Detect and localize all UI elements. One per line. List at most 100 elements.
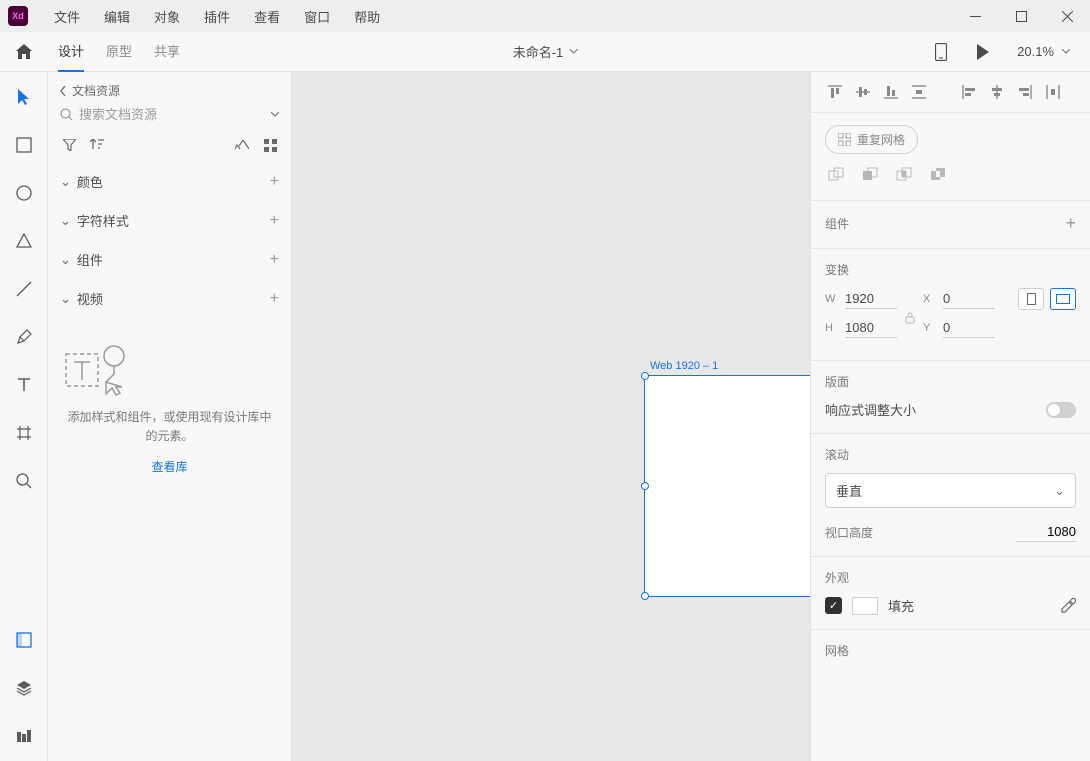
align-hcenter-icon[interactable] [983,78,1011,106]
right-panel: 重复网格 组件 + 变换 W [810,72,1090,761]
appearance-section: 外观 ✓ 填充 [811,557,1090,630]
section-video[interactable]: ⌄ 视频 + [48,279,291,318]
fill-color-swatch[interactable] [852,597,878,615]
align-vcenter-icon[interactable] [849,78,877,106]
add-component-button[interactable]: + [270,251,279,269]
sort-icon[interactable] [88,136,106,154]
minimize-button[interactable] [952,0,998,32]
distribute-h-icon[interactable] [1039,78,1067,106]
eyedropper-icon[interactable] [1060,598,1076,614]
x-label: X [923,293,937,305]
width-input[interactable] [845,289,897,309]
align-bottom-icon[interactable] [877,78,905,106]
document-title[interactable]: 未命名-1 [513,42,578,61]
section-components[interactable]: ⌄ 组件 + [48,240,291,279]
add-color-button[interactable]: + [270,173,279,191]
section-colors[interactable]: ⌄ 颜色 + [48,162,291,201]
select-tool[interactable] [11,84,37,110]
zoom-tool[interactable] [11,468,37,494]
plugins-panel-toggle[interactable] [11,723,37,749]
add-video-button[interactable]: + [270,290,279,308]
grid-view-icon[interactable] [261,136,279,154]
play-preview-icon[interactable] [969,38,997,66]
close-button[interactable] [1044,0,1090,32]
line-tool[interactable] [11,276,37,302]
assets-back[interactable]: 文档资源 [48,72,291,107]
ellipse-tool[interactable] [11,180,37,206]
add-component-instance-button[interactable]: + [1065,213,1076,234]
maximize-button[interactable] [998,0,1044,32]
menu-file[interactable]: 文件 [42,0,92,32]
menu-object[interactable]: 对象 [142,0,192,32]
section-char-styles[interactable]: ⌄ 字符样式 + [48,201,291,240]
tab-share[interactable]: 共享 [154,32,180,72]
bool-exclude-icon[interactable] [927,164,949,186]
resize-handle-bl[interactable] [641,592,649,600]
tool-rail [0,72,48,761]
canvas[interactable]: Web 1920 – 1 [292,72,810,761]
orientation-portrait[interactable] [1018,288,1044,310]
align-top-icon[interactable] [821,78,849,106]
menu-view[interactable]: 查看 [242,0,292,32]
assets-actions [48,130,291,162]
artboard[interactable] [644,375,810,597]
assets-search-input[interactable] [79,107,265,122]
view-library-link[interactable]: 查看库 [151,458,187,477]
fill-enabled-checkbox[interactable]: ✓ [825,597,842,614]
menu-edit[interactable]: 编辑 [92,0,142,32]
orientation-landscape[interactable] [1050,288,1076,310]
bool-intersect-icon[interactable] [893,164,915,186]
viewport-height-input[interactable] [1016,522,1076,542]
document-title-text: 未命名-1 [513,42,564,61]
layers-panel-toggle[interactable] [11,675,37,701]
bool-subtract-icon[interactable] [859,164,881,186]
title-bar: Xd 文件 编辑 对象 插件 查看 窗口 帮助 [0,0,1090,32]
resize-handle-tl[interactable] [641,372,649,380]
repeat-grid-label: 重复网格 [857,131,905,148]
artboard-tool[interactable] [11,420,37,446]
scroll-section: 滚动 垂直 ⌄ 视口高度 [811,434,1090,557]
bool-add-icon[interactable] [825,164,847,186]
add-char-style-button[interactable]: + [270,212,279,230]
boolean-ops [825,164,1076,186]
menu-help[interactable]: 帮助 [342,0,392,32]
components-section: 组件 + [811,201,1090,249]
chevron-down-icon[interactable] [271,112,279,117]
grid-label: 网格 [825,642,1076,659]
responsive-toggle[interactable] [1046,402,1076,418]
scroll-select[interactable]: 垂直 ⌄ [825,473,1076,508]
x-input[interactable] [943,289,995,309]
toolbar: 设计 原型 共享 未命名-1 20.1% [0,32,1090,72]
polygon-tool[interactable] [11,228,37,254]
resize-handle-ml[interactable] [641,482,649,490]
y-input[interactable] [943,318,995,338]
rectangle-tool[interactable] [11,132,37,158]
mode-tabs: 设计 原型 共享 [48,32,180,72]
zoom-select[interactable]: 20.1% [1011,40,1076,63]
tab-design[interactable]: 设计 [58,32,84,72]
menu-plugins[interactable]: 插件 [192,0,242,32]
home-button[interactable] [0,32,48,72]
text-tool[interactable] [11,372,37,398]
height-input[interactable] [845,318,897,338]
assets-panel-toggle[interactable] [11,627,37,653]
scroll-label: 滚动 [825,446,1076,463]
list-view-icon[interactable] [233,136,251,154]
layout-label: 版面 [825,373,1076,390]
mobile-preview-icon[interactable] [927,38,955,66]
menu-window[interactable]: 窗口 [292,0,342,32]
distribute-v-icon[interactable] [905,78,933,106]
pen-tool[interactable] [11,324,37,350]
assets-panel: 文档资源 ⌄ 颜色 + ⌄ 字符样式 + ⌄ 组件 + [48,72,292,761]
align-left-icon[interactable] [955,78,983,106]
chevron-down-icon: ⌄ [60,174,71,190]
filter-icon[interactable] [60,136,78,154]
repeat-grid-button[interactable]: 重复网格 [825,125,918,154]
main-area: 文档资源 ⌄ 颜色 + ⌄ 字符样式 + ⌄ 组件 + [0,72,1090,761]
tab-prototype[interactable]: 原型 [106,32,132,72]
artboard-label[interactable]: Web 1920 – 1 [650,360,718,372]
align-right-icon[interactable] [1011,78,1039,106]
chevron-down-icon: ⌄ [60,252,71,268]
lock-aspect-icon[interactable] [901,312,919,324]
app-logo: Xd [8,6,28,26]
